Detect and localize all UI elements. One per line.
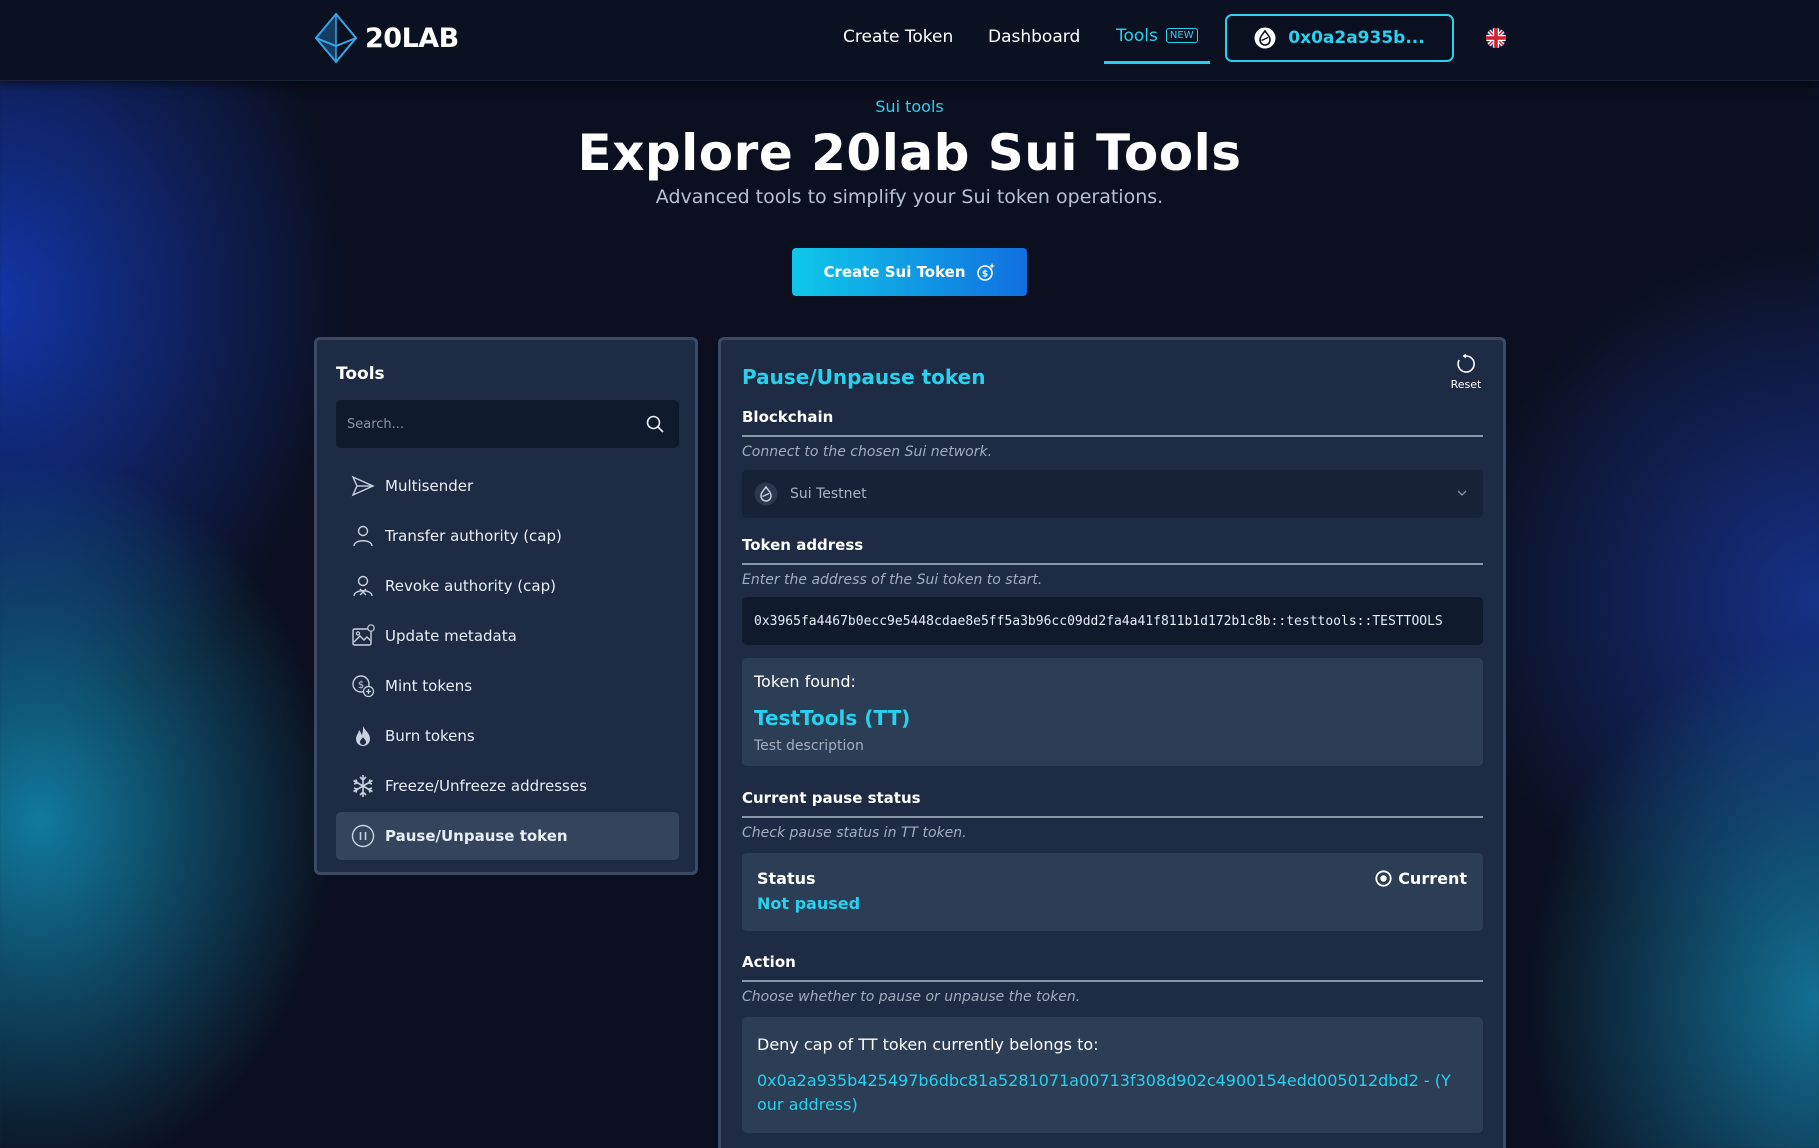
deny-cap-owner: 0x0a2a935b425497b6dbc81a5281071a00713f30… <box>757 1071 1451 1114</box>
tool-item-pause-unpause[interactable]: Pause/Unpause token <box>336 812 679 860</box>
status-label: Status <box>757 869 816 888</box>
wallet-address: 0x0a2a935b... <box>1288 28 1425 48</box>
tool-item-label: Revoke authority (cap) <box>385 577 556 595</box>
tool-item-multisender[interactable]: Multisender <box>336 462 679 510</box>
tool-item-mint-tokens[interactable]: $ Mint tokens <box>336 662 679 710</box>
search-box <box>336 400 679 448</box>
radio-selected-icon <box>1375 870 1392 887</box>
reset-label: Reset <box>1450 378 1482 391</box>
reset-button[interactable]: Reset <box>1446 353 1486 391</box>
tool-item-label: Pause/Unpause token <box>385 827 568 845</box>
page-title: Explore 20lab Sui Tools <box>577 124 1242 182</box>
tool-item-freeze-unfreeze[interactable]: Freeze/Unfreeze addresses <box>336 762 679 810</box>
nav-tools-label: Tools <box>1116 25 1158 46</box>
sui-drop-icon <box>754 482 778 506</box>
blockchain-label: Blockchain <box>742 408 834 426</box>
coin-sparkle-icon: $ <box>976 263 995 281</box>
token-address-description: Enter the address of the Sui token to st… <box>742 572 1043 588</box>
logo-text: 20LAB <box>365 22 459 54</box>
nav-create-token[interactable]: Create Token <box>843 0 953 74</box>
flame-icon <box>356 726 370 746</box>
deny-cap-label: Deny cap of TT token currently belongs t… <box>757 1035 1099 1054</box>
send-icon <box>351 475 375 497</box>
pause-circle-icon <box>351 824 375 848</box>
user-icon <box>353 525 373 547</box>
tool-item-label: Transfer authority (cap) <box>385 527 562 545</box>
tool-item-label: Freeze/Unfreeze addresses <box>385 777 587 795</box>
create-sui-token-label: Create Sui Token <box>823 263 966 281</box>
token-description: Test description <box>754 738 864 754</box>
top-navbar: 20LAB Create Token Dashboard Tools NEW 0… <box>0 0 1819 81</box>
sidebar-title: Tools <box>336 364 385 384</box>
svg-text:$: $ <box>358 680 364 691</box>
ethereum-diamond-logo-icon <box>314 12 358 64</box>
new-badge: NEW <box>1165 28 1198 43</box>
tool-item-label: Update metadata <box>385 627 517 645</box>
token-name: TestTools (TT) <box>754 706 911 730</box>
tool-item-label: Mint tokens <box>385 677 473 695</box>
chevron-down-icon <box>1457 490 1467 496</box>
pause-status-label: Current pause status <box>742 789 921 807</box>
action-description: Choose whether to pause or unpause the t… <box>742 989 1081 1005</box>
status-card: Status Not paused Current <box>742 853 1483 931</box>
logo[interactable]: 20LAB <box>313 12 459 64</box>
current-radio[interactable]: Current <box>1375 869 1467 888</box>
network-select[interactable]: Sui Testnet <box>742 470 1483 518</box>
token-address-input[interactable] <box>742 597 1483 645</box>
svg-text:$: $ <box>981 270 987 280</box>
search-icon[interactable] <box>645 414 665 434</box>
nav-tools[interactable]: Tools NEW <box>1104 10 1210 64</box>
page-subtitle: Advanced tools to simplify your Sui toke… <box>655 186 1164 208</box>
token-found-card: Token found: TestTools (TT) Test descrip… <box>742 658 1483 766</box>
create-sui-token-button[interactable]: Create Sui Token $ <box>792 248 1027 296</box>
reset-icon <box>1457 353 1475 373</box>
section-divider <box>742 563 1483 565</box>
action-label: Action <box>742 953 796 971</box>
image-edit-icon <box>352 624 375 646</box>
status-value: Not paused <box>757 894 861 913</box>
sui-drop-icon <box>1254 27 1276 49</box>
pause-status-description: Check pause status in TT token. <box>742 825 967 841</box>
token-found-label: Token found: <box>754 672 856 691</box>
section-divider <box>742 435 1483 437</box>
tool-item-label: Multisender <box>385 477 474 495</box>
nav-dashboard[interactable]: Dashboard <box>988 0 1080 74</box>
section-divider <box>742 816 1483 818</box>
network-select-value: Sui Testnet <box>790 486 867 502</box>
tools-sidebar: Tools Multisender Transfer authority (ca… <box>314 337 698 875</box>
current-label: Current <box>1398 869 1467 888</box>
snowflake-icon <box>353 775 373 797</box>
pause-unpause-panel: Pause/Unpause token Reset Blockchain Con… <box>718 337 1506 1148</box>
tool-item-transfer-authority[interactable]: Transfer authority (cap) <box>336 512 679 560</box>
coin-plus-icon: $ <box>352 675 375 698</box>
section-divider <box>742 980 1483 982</box>
user-x-icon <box>353 575 373 597</box>
tool-item-update-metadata[interactable]: Update metadata <box>336 612 679 660</box>
tool-item-burn-tokens[interactable]: Burn tokens <box>336 712 679 760</box>
uk-flag-icon[interactable] <box>1486 28 1506 48</box>
tool-list: Multisender Transfer authority (cap) Rev… <box>336 462 679 862</box>
token-address-label: Token address <box>742 536 864 554</box>
hero-eyebrow: Sui tools <box>875 97 944 116</box>
blockchain-description: Connect to the chosen Sui network. <box>742 444 993 460</box>
wallet-button[interactable]: 0x0a2a935b... <box>1225 14 1454 62</box>
deny-cap-card: Deny cap of TT token currently belongs t… <box>742 1017 1483 1133</box>
search-input[interactable] <box>336 400 626 448</box>
tool-item-revoke-authority[interactable]: Revoke authority (cap) <box>336 562 679 610</box>
tool-item-label: Burn tokens <box>385 727 475 745</box>
panel-title: Pause/Unpause token <box>742 365 986 389</box>
